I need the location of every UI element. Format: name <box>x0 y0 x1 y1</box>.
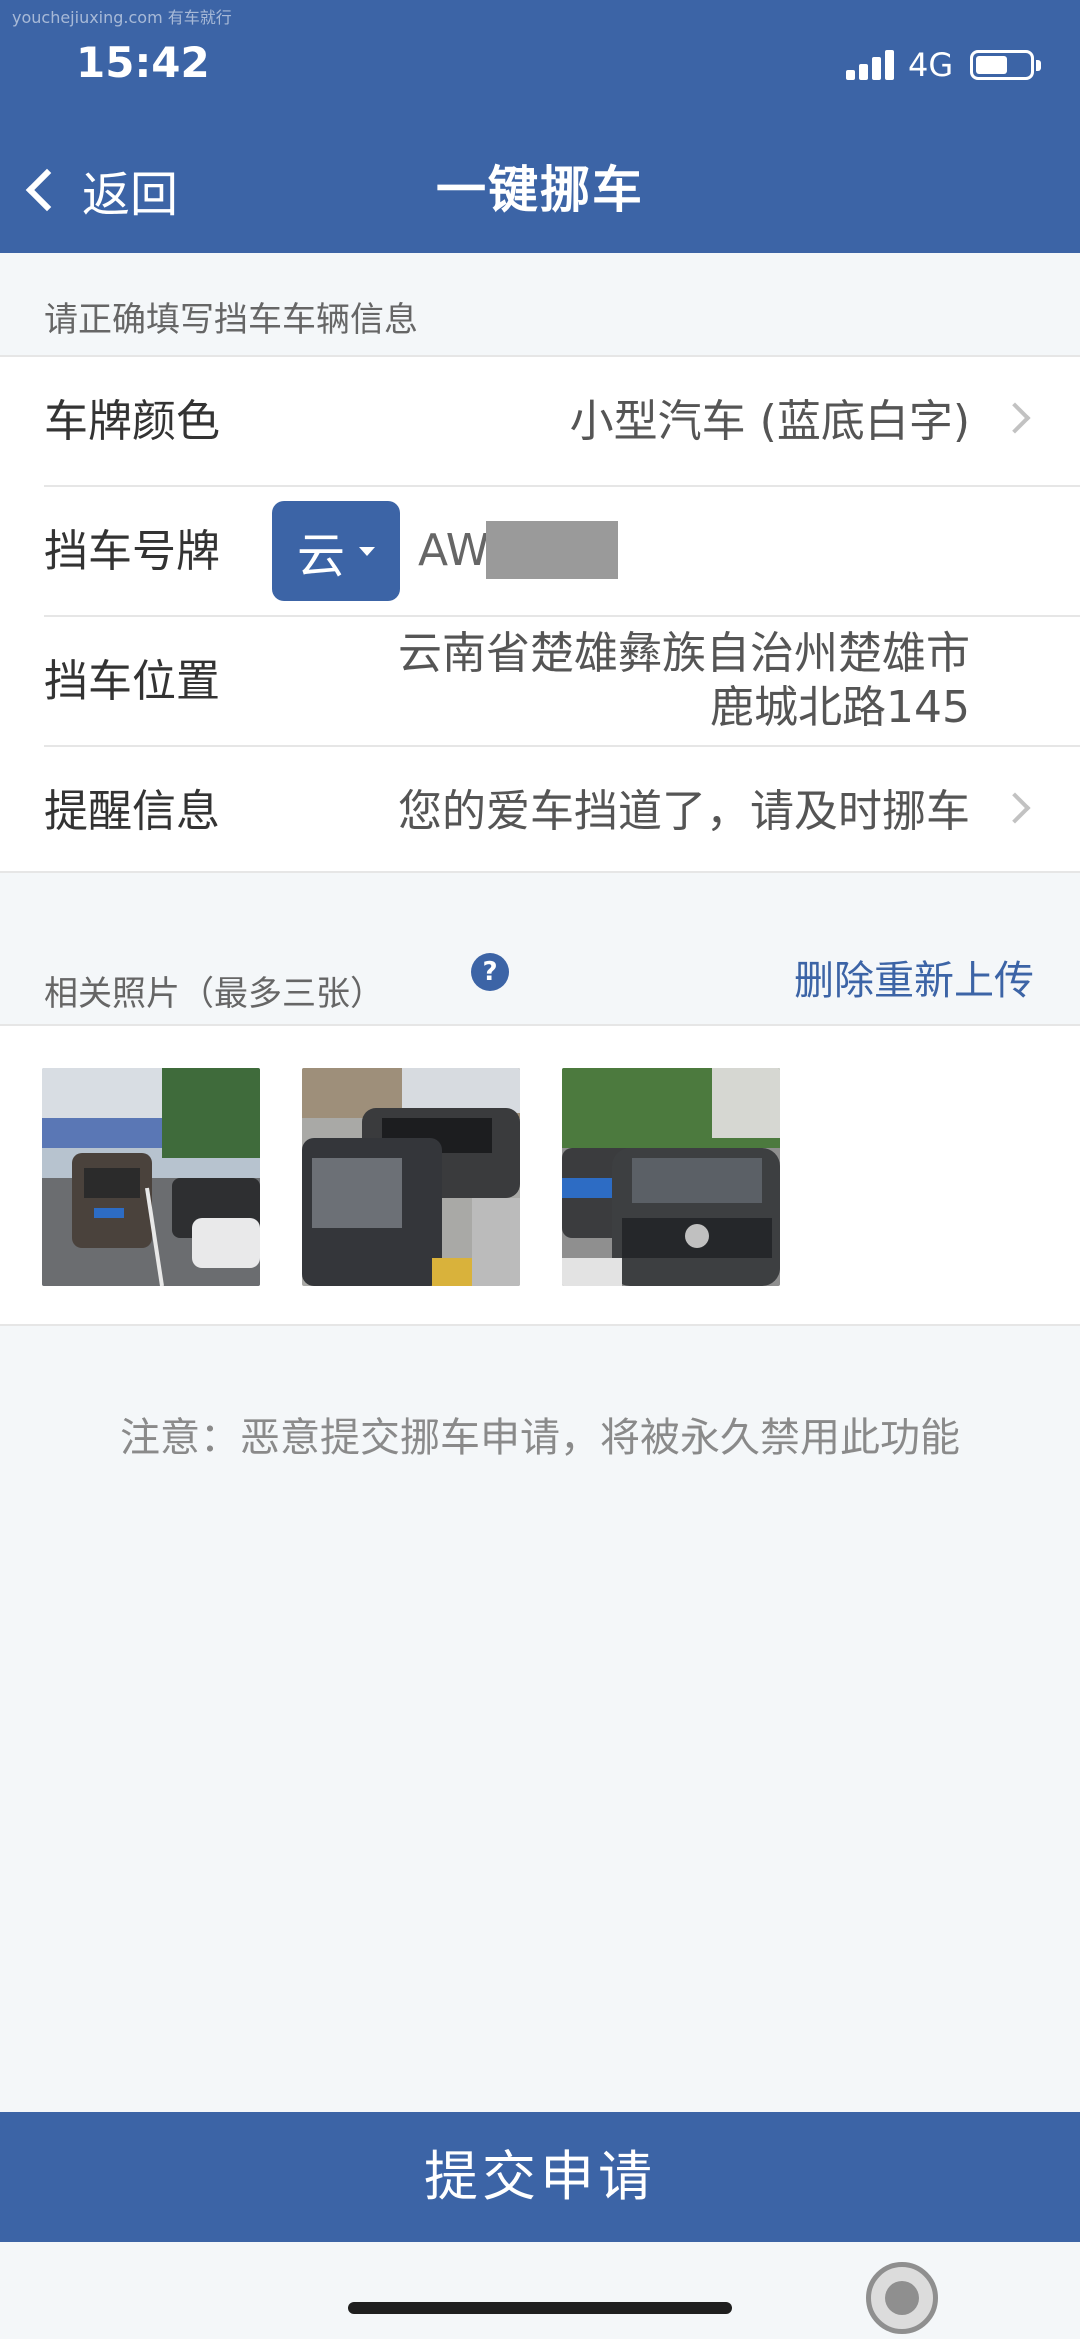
help-icon[interactable]: ? <box>471 953 509 991</box>
plate-number-input[interactable]: AW <box>418 501 489 601</box>
photos-panel <box>0 1024 1080 1326</box>
network-type: 4G <box>908 46 954 84</box>
signal-icon <box>846 50 898 80</box>
photo-thumbnail-1[interactable] <box>42 1068 260 1286</box>
notice-text: 注意：恶意提交挪车申请，将被永久禁用此功能 <box>120 1415 960 1461</box>
reminder-label: 提醒信息 <box>44 786 220 837</box>
status-time: 15:42 <box>76 38 210 87</box>
reminder-row[interactable]: 提醒信息 您的爱车挡道了，请及时挪车 <box>44 747 1080 877</box>
chevron-right-icon <box>999 792 1031 824</box>
reminder-value: 您的爱车挡道了，请及时挪车 <box>398 786 970 837</box>
page-title: 一键挪车 <box>436 161 644 219</box>
section-hint: 请正确填写挡车车辆信息 <box>44 300 418 340</box>
vehicle-form: 车牌颜色 小型汽车 (蓝底白字) 挡车号牌 云 AW 挡车位置 云南省楚雄彝族自… <box>0 355 1080 873</box>
plate-color-label: 车牌颜色 <box>44 396 220 447</box>
location-label: 挡车位置 <box>44 656 220 707</box>
photo-thumbnail-2[interactable] <box>302 1068 520 1286</box>
location-value: 云南省楚雄彝族自治州楚雄市 鹿城北路145 <box>270 627 970 735</box>
plate-province: 云 <box>296 528 345 584</box>
submit-button[interactable]: 提交申请 <box>0 2112 1080 2242</box>
plate-province-select[interactable]: 云 <box>272 501 400 601</box>
chevron-right-icon <box>999 402 1031 434</box>
plate-color-row[interactable]: 车牌颜色 小型汽车 (蓝底白字) <box>44 357 1080 487</box>
home-indicator <box>348 2302 732 2314</box>
photo-thumbnail-3[interactable] <box>562 1068 780 1286</box>
plate-color-value: 小型汽车 (蓝底白字) <box>569 396 970 447</box>
location-line-1: 云南省楚雄彝族自治州楚雄市 <box>398 628 970 679</box>
plate-label: 挡车号牌 <box>44 526 220 577</box>
caret-down-icon <box>359 546 375 556</box>
plate-number-mask <box>486 521 618 579</box>
photos-label: 相关照片（最多三张） <box>44 974 384 1014</box>
header: youchejiuxing.com 有车就行 15:42 4G 返回 一键挪车 <box>0 0 1080 253</box>
gear-logo-icon <box>866 2262 938 2334</box>
delete-reupload-link[interactable]: 删除重新上传 <box>794 948 1034 1006</box>
location-line-2: 鹿城北路145 <box>710 682 970 733</box>
status-bar: 15:42 4G <box>0 0 1080 130</box>
battery-icon <box>970 50 1041 80</box>
